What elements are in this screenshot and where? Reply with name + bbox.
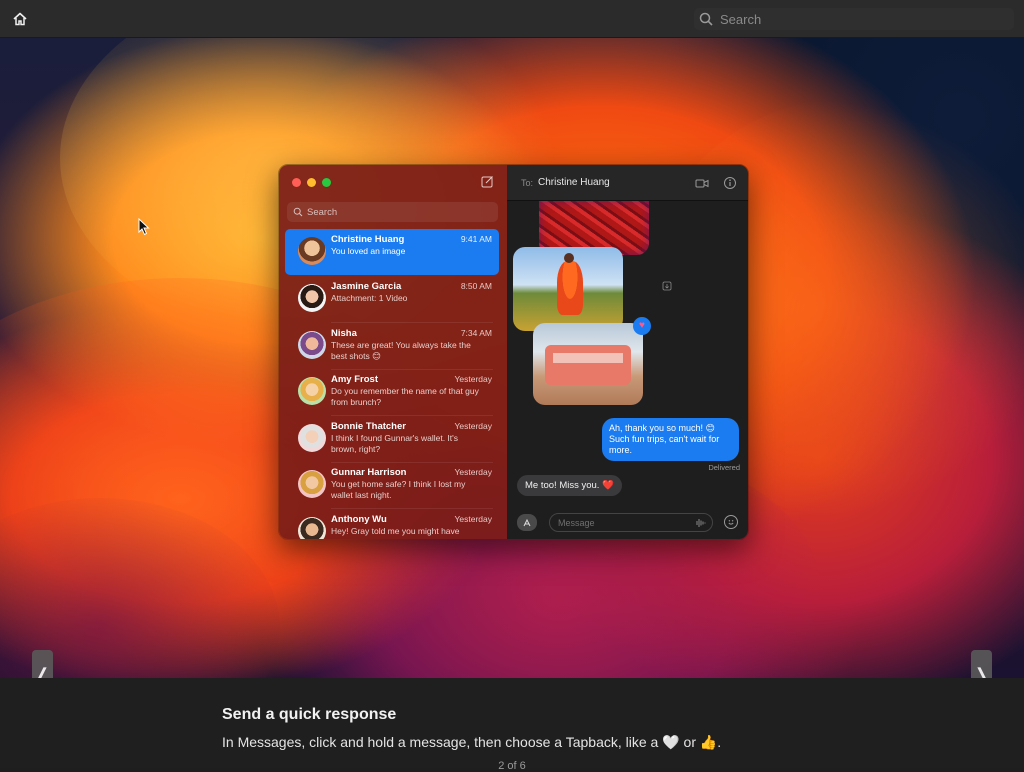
avatar	[298, 470, 326, 498]
conversation-preview: Hey! Gray told me you might have	[331, 526, 460, 536]
outgoing-message-bubble[interactable]: Ah, thank you so much! 😊 Such fun trips,…	[602, 418, 739, 461]
conversation-anthony-wu[interactable]: Anthony Wu Yesterday Hey! Gray told me y…	[285, 509, 499, 539]
search-icon	[699, 12, 713, 26]
avatar	[298, 237, 326, 265]
conversation-time: Yesterday	[454, 374, 493, 384]
conversation-time: Yesterday	[454, 467, 493, 477]
page-indicator: 2 of 6	[498, 760, 526, 772]
avatar	[298, 424, 326, 452]
conversation-sidebar: Search Christine Huang 9:41 AM You loved…	[279, 165, 507, 539]
conversation-preview: These are great! You always take the bes…	[331, 340, 471, 361]
smiley-icon	[728, 520, 734, 525]
search-input[interactable]	[720, 11, 1000, 27]
conversation-name: Jasmine Garcia	[331, 281, 402, 292]
app-store-button[interactable]	[517, 514, 537, 531]
conversation-name: Amy Frost	[331, 374, 378, 385]
conversation-time: 7:34 AM	[460, 328, 492, 338]
heart-icon: ♥	[639, 320, 645, 331]
conversation-name: Bonnie Thatcher	[331, 421, 406, 432]
download-icon[interactable]	[662, 281, 672, 291]
conversation-time: Yesterday	[454, 421, 493, 431]
conversation-preview: Do you remember the name of that guy fro…	[331, 386, 479, 407]
audio-waveform-icon[interactable]	[694, 518, 706, 528]
avatar	[298, 331, 326, 359]
conversation-jasmine-garcia[interactable]: Jasmine Garcia 8:50 AM Attachment: 1 Vid…	[285, 276, 499, 322]
messages-window: Search Christine Huang 9:41 AM You loved…	[278, 164, 749, 540]
to-label: To:	[521, 178, 534, 188]
emoji-button[interactable]	[724, 515, 738, 529]
home-button[interactable]	[10, 9, 30, 29]
conversation-name: Gunnar Harrison	[331, 467, 407, 478]
sidebar-search[interactable]: Search	[287, 202, 498, 222]
info-icon[interactable]	[723, 176, 737, 190]
photo-woman-dancing[interactable]	[513, 247, 623, 331]
photo-pink-trailer[interactable]	[533, 323, 643, 405]
compose-icon[interactable]	[481, 175, 494, 188]
chat-header: To: Christine Huang	[507, 165, 748, 201]
recipient-name[interactable]: Christine Huang	[538, 177, 610, 188]
conversation-name: Christine Huang	[331, 234, 405, 245]
conversation-time: 8:50 AM	[460, 281, 492, 291]
conversation-christine-huang[interactable]: Christine Huang 9:41 AM You loved an ima…	[285, 229, 499, 275]
conversation-preview: Attachment: 1 Video	[331, 293, 408, 303]
conversation-name: Anthony Wu	[331, 514, 387, 525]
caption-title: Send a quick response	[222, 706, 397, 723]
search-icon	[293, 207, 303, 217]
conversation-amy-frost[interactable]: Amy Frost Yesterday Do you remember the …	[285, 369, 499, 415]
conversation-name: Nisha	[331, 328, 357, 339]
chat-pane: To: Christine Huang ♥ Ah, thank you so m…	[507, 165, 748, 539]
conversation-preview: You get home safe? I think I lost my wal…	[331, 479, 466, 500]
zoom-button[interactable]	[322, 178, 331, 187]
tapback-heart-badge[interactable]: ♥	[633, 317, 651, 335]
mouse-pointer-icon	[138, 218, 150, 236]
conversation-preview: I think I found Gunnar's wallet. It's br…	[331, 433, 459, 454]
conversation-preview: You loved an image	[331, 246, 406, 256]
avatar	[298, 517, 326, 539]
avatar	[298, 377, 326, 405]
caption-panel: Send a quick response In Messages, click…	[0, 678, 1024, 772]
conversation-nisha[interactable]: Nisha 7:34 AM These are great! You alway…	[285, 323, 499, 369]
caption-description: In Messages, click and hold a message, t…	[222, 734, 722, 750]
app-store-icon	[523, 518, 531, 526]
message-composer: Message	[507, 505, 748, 539]
conversation-time: Yesterday	[454, 514, 493, 524]
avatar	[298, 284, 326, 312]
house-icon	[13, 12, 27, 26]
conversation-bonnie-thatcher[interactable]: Bonnie Thatcher Yesterday I think I foun…	[285, 416, 499, 462]
sidebar-search-placeholder: Search	[307, 206, 338, 218]
conversation-time: 9:41 AM	[460, 234, 492, 244]
conversation-gunnar-harrison[interactable]: Gunnar Harrison Yesterday You get home s…	[285, 462, 499, 508]
top-bar	[0, 0, 1024, 38]
close-button[interactable]	[292, 178, 301, 187]
incoming-message-bubble[interactable]: Me too! Miss you. ❤️	[517, 475, 622, 496]
message-input[interactable]: Message	[549, 513, 713, 532]
minimize-button[interactable]	[307, 178, 316, 187]
search-field[interactable]	[694, 8, 1014, 30]
delivered-status: Delivered	[708, 463, 740, 472]
message-placeholder: Message	[558, 517, 595, 528]
video-call-icon[interactable]	[695, 176, 709, 190]
